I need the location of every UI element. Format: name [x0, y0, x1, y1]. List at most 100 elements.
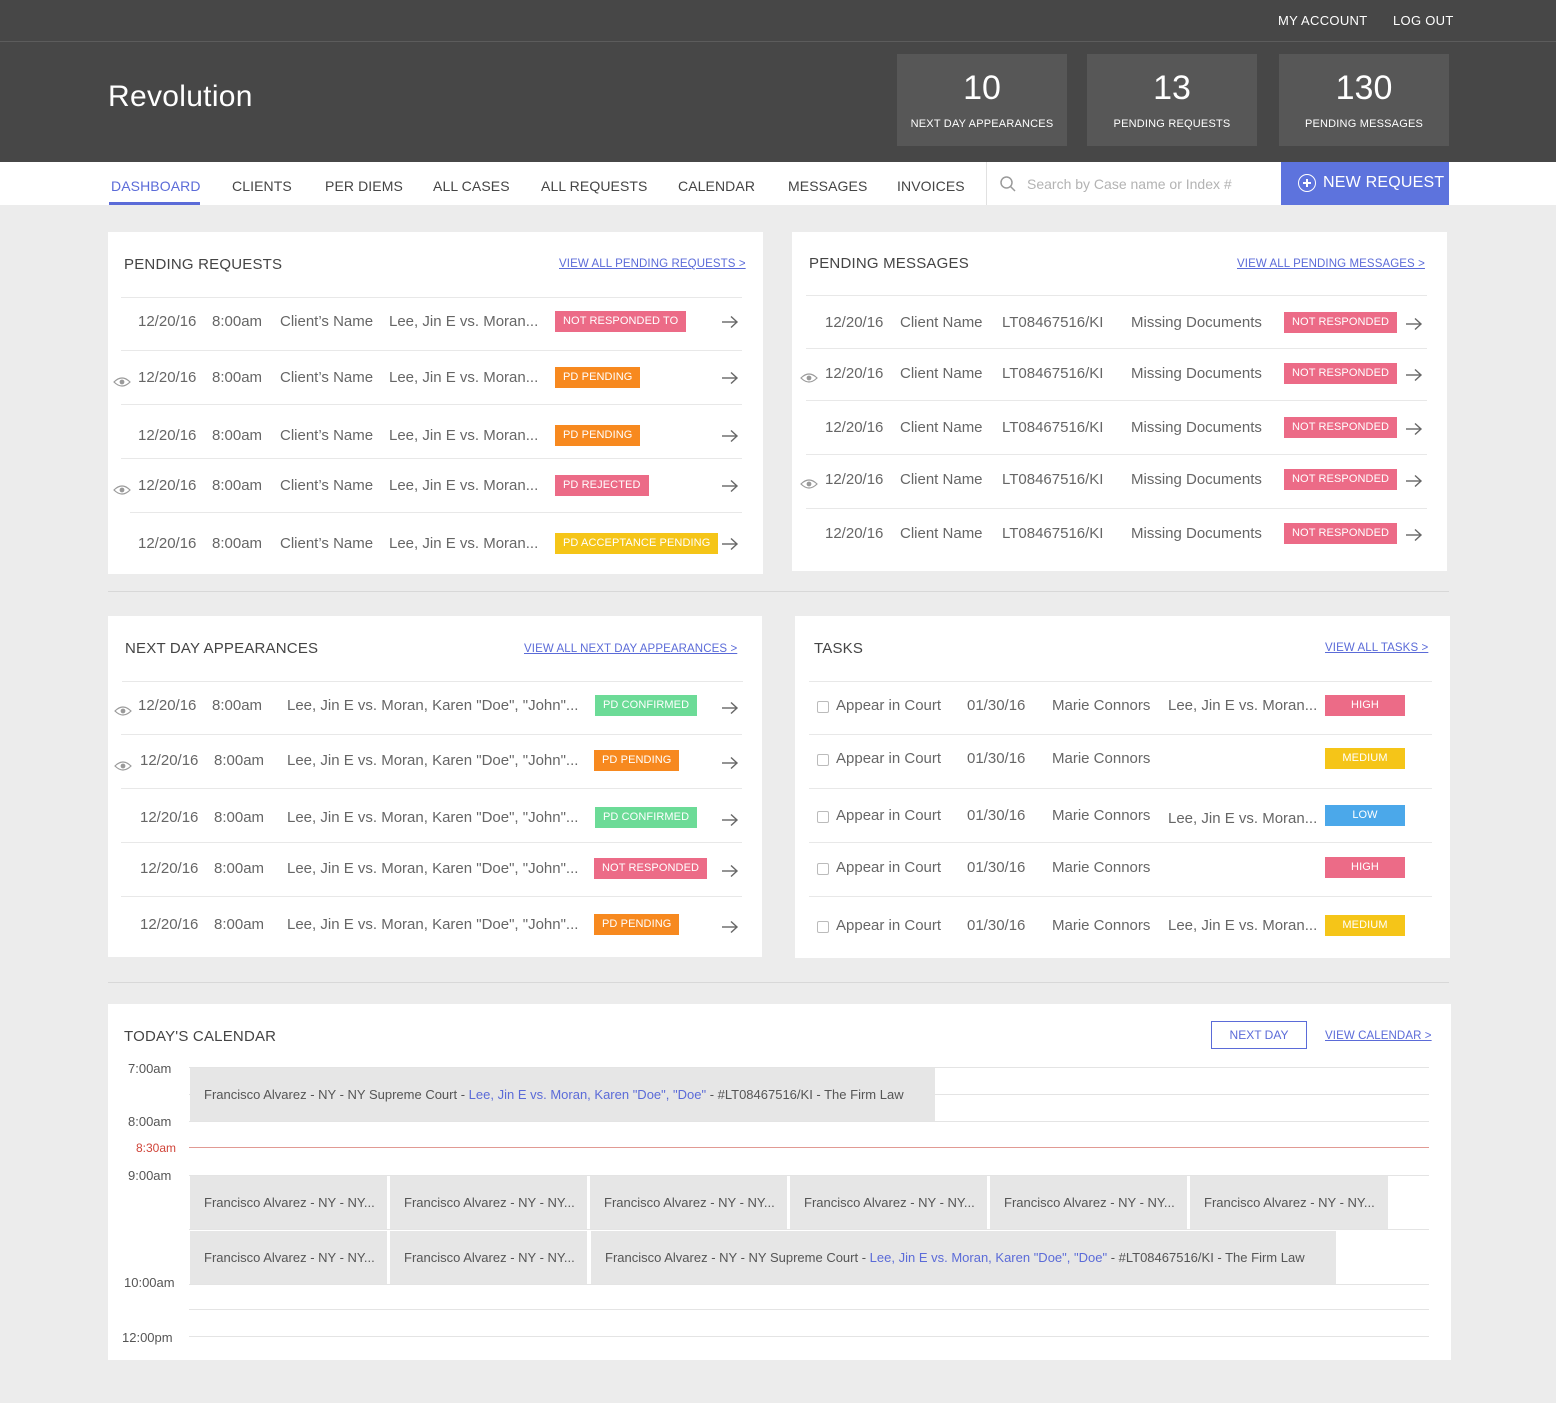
view-all-pending-requests-link[interactable]: VIEW ALL PENDING REQUESTS > — [559, 258, 746, 270]
card-title: TODAY'S CALENDAR — [124, 1028, 277, 1045]
calendar-event[interactable]: Francisco Alvarez - NY - NY... — [590, 1176, 787, 1229]
task-checkbox[interactable] — [817, 754, 829, 766]
hour-line — [189, 1229, 1429, 1230]
view-calendar-link[interactable]: VIEW CALENDAR > — [1325, 1030, 1432, 1042]
appearance-case[interactable]: Lee, Jin E vs. Moran, Karen "Doe", "John… — [287, 809, 578, 826]
plus-circle-icon — [1298, 174, 1316, 192]
message-date: 12/20/16 — [825, 471, 884, 488]
calendar-event[interactable]: Francisco Alvarez - NY - NY... — [990, 1176, 1187, 1229]
task-checkbox[interactable] — [817, 811, 829, 823]
arrow-right-icon[interactable] — [721, 537, 739, 551]
arrow-right-icon[interactable] — [1405, 422, 1423, 436]
calendar-event[interactable]: Francisco Alvarez - NY - NY... — [1190, 1176, 1388, 1229]
request-client: Client’s Name — [280, 477, 374, 494]
card-title: TASKS — [814, 640, 864, 657]
card-title: NEXT DAY APPEARANCES — [125, 640, 319, 657]
request-date: 12/20/16 — [138, 427, 197, 444]
task-date: 01/30/16 — [967, 859, 1026, 876]
task-case[interactable]: Lee, Jin E vs. Moran... — [1168, 810, 1317, 827]
request-time: 8:00am — [212, 535, 263, 552]
appearance-date: 12/20/16 — [138, 697, 197, 714]
time-label: 12:00pm — [122, 1330, 173, 1345]
nav-messages[interactable]: MESSAGES — [788, 178, 867, 194]
calendar-event[interactable]: Francisco Alvarez - NY - NY... — [390, 1176, 587, 1229]
appearance-case[interactable]: Lee, Jin E vs. Moran, Karen "Doe", "John… — [287, 860, 578, 877]
new-request-button[interactable]: NEW REQUEST — [1281, 162, 1449, 205]
arrow-right-icon[interactable] — [1405, 474, 1423, 488]
task-checkbox[interactable] — [817, 921, 829, 933]
stat-pending-messages[interactable]: 130 PENDING MESSAGES — [1279, 54, 1449, 146]
task-date: 01/30/16 — [967, 697, 1026, 714]
stat-pending-requests[interactable]: 13 PENDING REQUESTS — [1087, 54, 1257, 146]
task-checkbox[interactable] — [817, 863, 829, 875]
arrow-right-icon[interactable] — [1405, 528, 1423, 542]
view-all-pending-messages-link[interactable]: VIEW ALL PENDING MESSAGES > — [1237, 258, 1425, 270]
arrow-right-icon[interactable] — [721, 813, 739, 827]
log-out-link[interactable]: LOG OUT — [1393, 13, 1454, 28]
calendar-event[interactable]: Francisco Alvarez - NY - NY... — [190, 1231, 387, 1284]
calendar-event[interactable]: Francisco Alvarez - NY - NY... — [190, 1176, 387, 1229]
task-checkbox[interactable] — [817, 701, 829, 713]
event-text: Francisco Alvarez - NY - NY Supreme Cour… — [605, 1250, 870, 1265]
eye-icon — [113, 377, 131, 387]
event-case-link[interactable]: Lee, Jin E vs. Moran, Karen "Doe", "Doe" — [870, 1250, 1107, 1265]
request-case[interactable]: Lee, Jin E vs. Moran... — [389, 477, 538, 494]
appearance-case[interactable]: Lee, Jin E vs. Moran, Karen "Doe", "John… — [287, 752, 578, 769]
appearance-time: 8:00am — [214, 916, 265, 933]
arrow-right-icon[interactable] — [1405, 317, 1423, 331]
calendar-event[interactable]: Francisco Alvarez - NY - NY... — [790, 1176, 987, 1229]
calendar-event[interactable]: Francisco Alvarez - NY - NY Supreme Cour… — [591, 1231, 1336, 1284]
brand-title: Revolution — [108, 80, 253, 113]
message-date: 12/20/16 — [825, 365, 884, 382]
tasks-card: TASKS VIEW ALL TASKS > Appear in Court 01… — [795, 616, 1450, 958]
task-date: 01/30/16 — [967, 807, 1026, 824]
arrow-right-icon[interactable] — [721, 429, 739, 443]
task-date: 01/30/16 — [967, 750, 1026, 767]
nav-per-diems[interactable]: PER DIEMS — [325, 178, 403, 194]
todays-calendar-card: TODAY'S CALENDAR VIEW CALENDAR > 7:00am … — [108, 1004, 1451, 1360]
arrow-right-icon[interactable] — [721, 479, 739, 493]
my-account-link[interactable]: MY ACCOUNT — [1278, 13, 1367, 28]
card-title: PENDING MESSAGES — [809, 255, 969, 272]
task-case[interactable]: Lee, Jin E vs. Moran... — [1168, 917, 1317, 934]
arrow-right-icon[interactable] — [721, 701, 739, 715]
nav-all-requests[interactable]: ALL REQUESTS — [541, 178, 648, 194]
stat-next-day-appearances[interactable]: 10 NEXT DAY APPEARANCES — [897, 54, 1067, 146]
view-all-tasks-link[interactable]: VIEW ALL TASKS > — [1325, 642, 1428, 654]
request-case[interactable]: Lee, Jin E vs. Moran... — [389, 535, 538, 552]
arrow-right-icon[interactable] — [721, 756, 739, 770]
appearance-case[interactable]: Lee, Jin E vs. Moran, Karen "Doe", "John… — [287, 916, 578, 933]
time-label: 8:00am — [128, 1114, 172, 1129]
arrow-right-icon[interactable] — [1405, 368, 1423, 382]
eye-icon — [800, 479, 818, 489]
next-day-button[interactable]: NEXT DAY — [1211, 1021, 1307, 1049]
view-all-next-day-appearances-link[interactable]: VIEW ALL NEXT DAY APPEARANCES > — [524, 643, 737, 655]
request-case[interactable]: Lee, Jin E vs. Moran... — [389, 369, 538, 386]
arrow-right-icon[interactable] — [721, 315, 739, 329]
time-label: 7:00am — [128, 1061, 172, 1076]
nav-all-cases[interactable]: ALL CASES — [433, 178, 510, 194]
pending-requests-card: PENDING REQUESTS VIEW ALL PENDING REQUES… — [108, 232, 763, 574]
nav-clients[interactable]: CLIENTS — [232, 178, 292, 194]
priority-badge: MEDIUM — [1325, 748, 1405, 769]
request-case[interactable]: Lee, Jin E vs. Moran... — [389, 427, 538, 444]
arrow-right-icon[interactable] — [721, 371, 739, 385]
arrow-right-icon[interactable] — [721, 864, 739, 878]
status-badge: NOT RESPONDED — [1284, 469, 1398, 490]
request-case[interactable]: Lee, Jin E vs. Moran... — [389, 313, 538, 330]
nav-calendar[interactable]: CALENDAR — [678, 178, 755, 194]
calendar-event[interactable]: Francisco Alvarez - NY - NY Supreme Cour… — [190, 1068, 935, 1121]
task-case[interactable]: Lee, Jin E vs. Moran... — [1168, 697, 1317, 714]
arrow-right-icon[interactable] — [721, 920, 739, 934]
nav-dashboard[interactable]: DASHBOARD — [111, 178, 201, 194]
event-case-link[interactable]: Lee, Jin E vs. Moran, Karen "Doe", "Doe" — [469, 1087, 706, 1102]
request-date: 12/20/16 — [138, 477, 197, 494]
appearance-time: 8:00am — [214, 752, 265, 769]
message-client: Client Name — [900, 419, 983, 436]
calendar-event[interactable]: Francisco Alvarez - NY - NY... — [390, 1231, 587, 1284]
nav-invoices[interactable]: INVOICES — [897, 178, 965, 194]
request-time: 8:00am — [212, 427, 263, 444]
appearance-case[interactable]: Lee, Jin E vs. Moran, Karen "Doe", "John… — [287, 697, 578, 714]
request-date: 12/20/16 — [138, 313, 197, 330]
search-input[interactable] — [1027, 172, 1267, 196]
